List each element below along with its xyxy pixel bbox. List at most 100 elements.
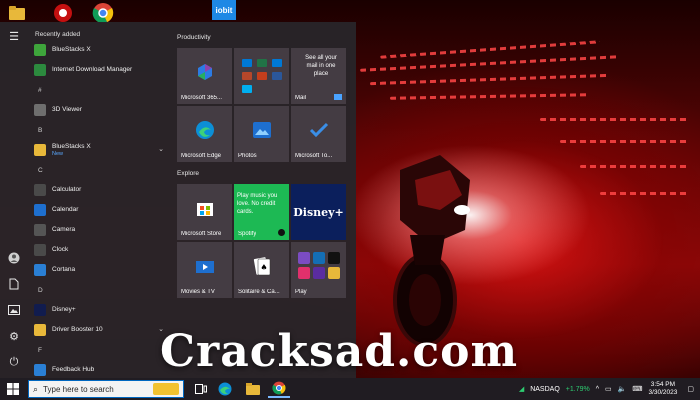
light-strip (540, 118, 690, 121)
section-letter[interactable]: D (28, 280, 170, 300)
taskbar: ⌕ Type here to search ◢ NASDAQ +1.79% ^ … (0, 378, 700, 400)
recently-added-header: Recently added (35, 30, 81, 38)
app-list-item[interactable]: Calendar (28, 200, 170, 220)
documents-icon[interactable] (4, 274, 24, 294)
search-placeholder: Type here to search (43, 384, 114, 394)
motorcycle-image (393, 155, 470, 347)
section-letter[interactable]: F (28, 340, 170, 360)
app-label: Driver Booster 10 (52, 326, 103, 333)
power-icon[interactable]: ⏻ (4, 352, 24, 372)
chevron-up-icon[interactable]: ^ (596, 386, 599, 393)
tile-label: Photos (238, 153, 257, 159)
start-menu: ☰ ⚙ ⏻ Recently added BlueStacks X Interne… (0, 22, 356, 378)
section-letter[interactable]: # (28, 80, 170, 100)
play-folder-icon (297, 251, 340, 279)
mail-promo-text: See all your mail in one place (305, 55, 337, 77)
tile-label: Microsoft To... (295, 153, 333, 159)
stock-chart-icon[interactable]: ◢ (519, 385, 524, 393)
clock-time: 3:54 PM (650, 381, 676, 388)
cube-icon (34, 104, 46, 116)
app-list-item[interactable]: BlueStacks X (28, 40, 170, 60)
tile-microsoft-todo[interactable]: Microsoft To... (291, 106, 346, 162)
app-list-item[interactable]: Feedback Hub (28, 360, 170, 378)
light-strip (600, 192, 690, 195)
tile-play[interactable]: Play (291, 242, 346, 298)
store-icon (195, 198, 215, 218)
light-strip (560, 140, 690, 143)
tile-label: Solitaire & Ca... (238, 289, 280, 295)
tile-label: Spotify (238, 231, 257, 237)
app-list: Recently added BlueStacks X Internet Down… (28, 22, 170, 378)
app-label: Feedback Hub (52, 366, 95, 373)
tile-photos[interactable]: Photos (234, 106, 289, 162)
calculator-icon (34, 184, 46, 196)
search-icon: ⌕ (33, 383, 39, 394)
disney-logo: Disney+ (293, 205, 344, 219)
ticker-name[interactable]: NASDAQ (530, 386, 560, 393)
user-avatar-icon[interactable] (4, 248, 24, 268)
app-label: BlueStacks X (52, 46, 91, 53)
photos-icon (252, 120, 272, 140)
iobit-icon[interactable]: iobit (212, 0, 236, 20)
tile-spotify[interactable]: Play music you love. No credit cards. Sp… (234, 184, 289, 240)
app-list-item[interactable]: Internet Download Manager (28, 60, 170, 80)
light-strip (380, 40, 600, 59)
light-strip (360, 55, 620, 72)
clock-icon (34, 244, 46, 256)
calendar-icon (34, 204, 46, 216)
chrome-taskbar-icon[interactable] (268, 380, 290, 398)
bluestacks-icon (34, 44, 46, 56)
tile-microsoft-edge[interactable]: Microsoft Edge (177, 106, 232, 162)
tile-movies-tv[interactable]: Movies & TV (177, 242, 232, 298)
chevron-down-icon[interactable]: ⌄ (158, 145, 164, 153)
folder-icon (34, 324, 46, 336)
app-list-item[interactable]: Clock (28, 240, 170, 260)
taskbar-search-box[interactable]: ⌕ Type here to search (28, 380, 184, 398)
tile-solitaire[interactable]: ♠ Solitaire & Ca... (234, 242, 289, 298)
app-list-item[interactable]: Camera (28, 220, 170, 240)
svg-text:♠: ♠ (260, 263, 267, 272)
app-list-item[interactable]: Driver Booster 10 ⌄ (28, 320, 170, 340)
tiles-area: Productivity Microsoft 365... See all yo… (170, 22, 356, 378)
iobit-label: iobit (215, 5, 233, 15)
spotify-icon (278, 229, 285, 236)
windows-start-icon[interactable] (2, 380, 24, 398)
cortana-icon (34, 264, 46, 276)
search-highlight-icon (153, 383, 179, 395)
app-label: 3D Viewer (52, 106, 82, 113)
tile-mail[interactable]: See all your mail in one place Mail (291, 48, 346, 104)
app-list-item[interactable]: BlueStacks X New ⌄ (28, 140, 170, 160)
section-letter[interactable]: C (28, 160, 170, 180)
app-list-item[interactable]: Calculator (28, 180, 170, 200)
edge-taskbar-icon[interactable] (214, 380, 236, 398)
watermark-text: Cracksad.com (160, 326, 519, 377)
hamburger-menu-icon[interactable]: ☰ (4, 26, 24, 46)
camera-icon (34, 224, 46, 236)
clock[interactable]: 3:54 PM 3/30/2023 (648, 381, 677, 397)
ticker-change: +1.79% (565, 385, 590, 393)
app-list-item[interactable]: Disney+ (28, 300, 170, 320)
mail-icon (334, 94, 342, 100)
pictures-icon[interactable] (4, 300, 24, 320)
light-strip (580, 165, 690, 168)
tile-office-apps[interactable] (234, 48, 289, 104)
notifications-icon[interactable]: ▢ (687, 385, 694, 393)
language-icon[interactable]: ⌨ (632, 385, 642, 393)
tile-label: Microsoft 365... (181, 95, 223, 101)
settings-gear-icon[interactable]: ⚙ (4, 326, 24, 346)
tile-disney-plus[interactable]: Disney+ (291, 184, 346, 240)
app-list-item[interactable]: Cortana (28, 260, 170, 280)
tile-microsoft-store[interactable]: Microsoft Store (177, 184, 232, 240)
task-view-icon[interactable] (190, 380, 212, 398)
tile-microsoft-365[interactable]: Microsoft 365... (177, 48, 232, 104)
app-label: Calculator (52, 186, 82, 193)
section-letter[interactable]: B (28, 120, 170, 140)
network-icon[interactable]: ▭ (605, 385, 612, 393)
volume-icon[interactable]: 🔈 (618, 385, 627, 393)
app-label: Internet Download Manager (52, 66, 133, 73)
solitaire-icon: ♠ (252, 256, 272, 276)
edge-icon (195, 120, 215, 140)
light-strip (370, 73, 610, 86)
app-list-item[interactable]: 3D Viewer (28, 100, 170, 120)
file-explorer-icon[interactable] (242, 380, 264, 398)
